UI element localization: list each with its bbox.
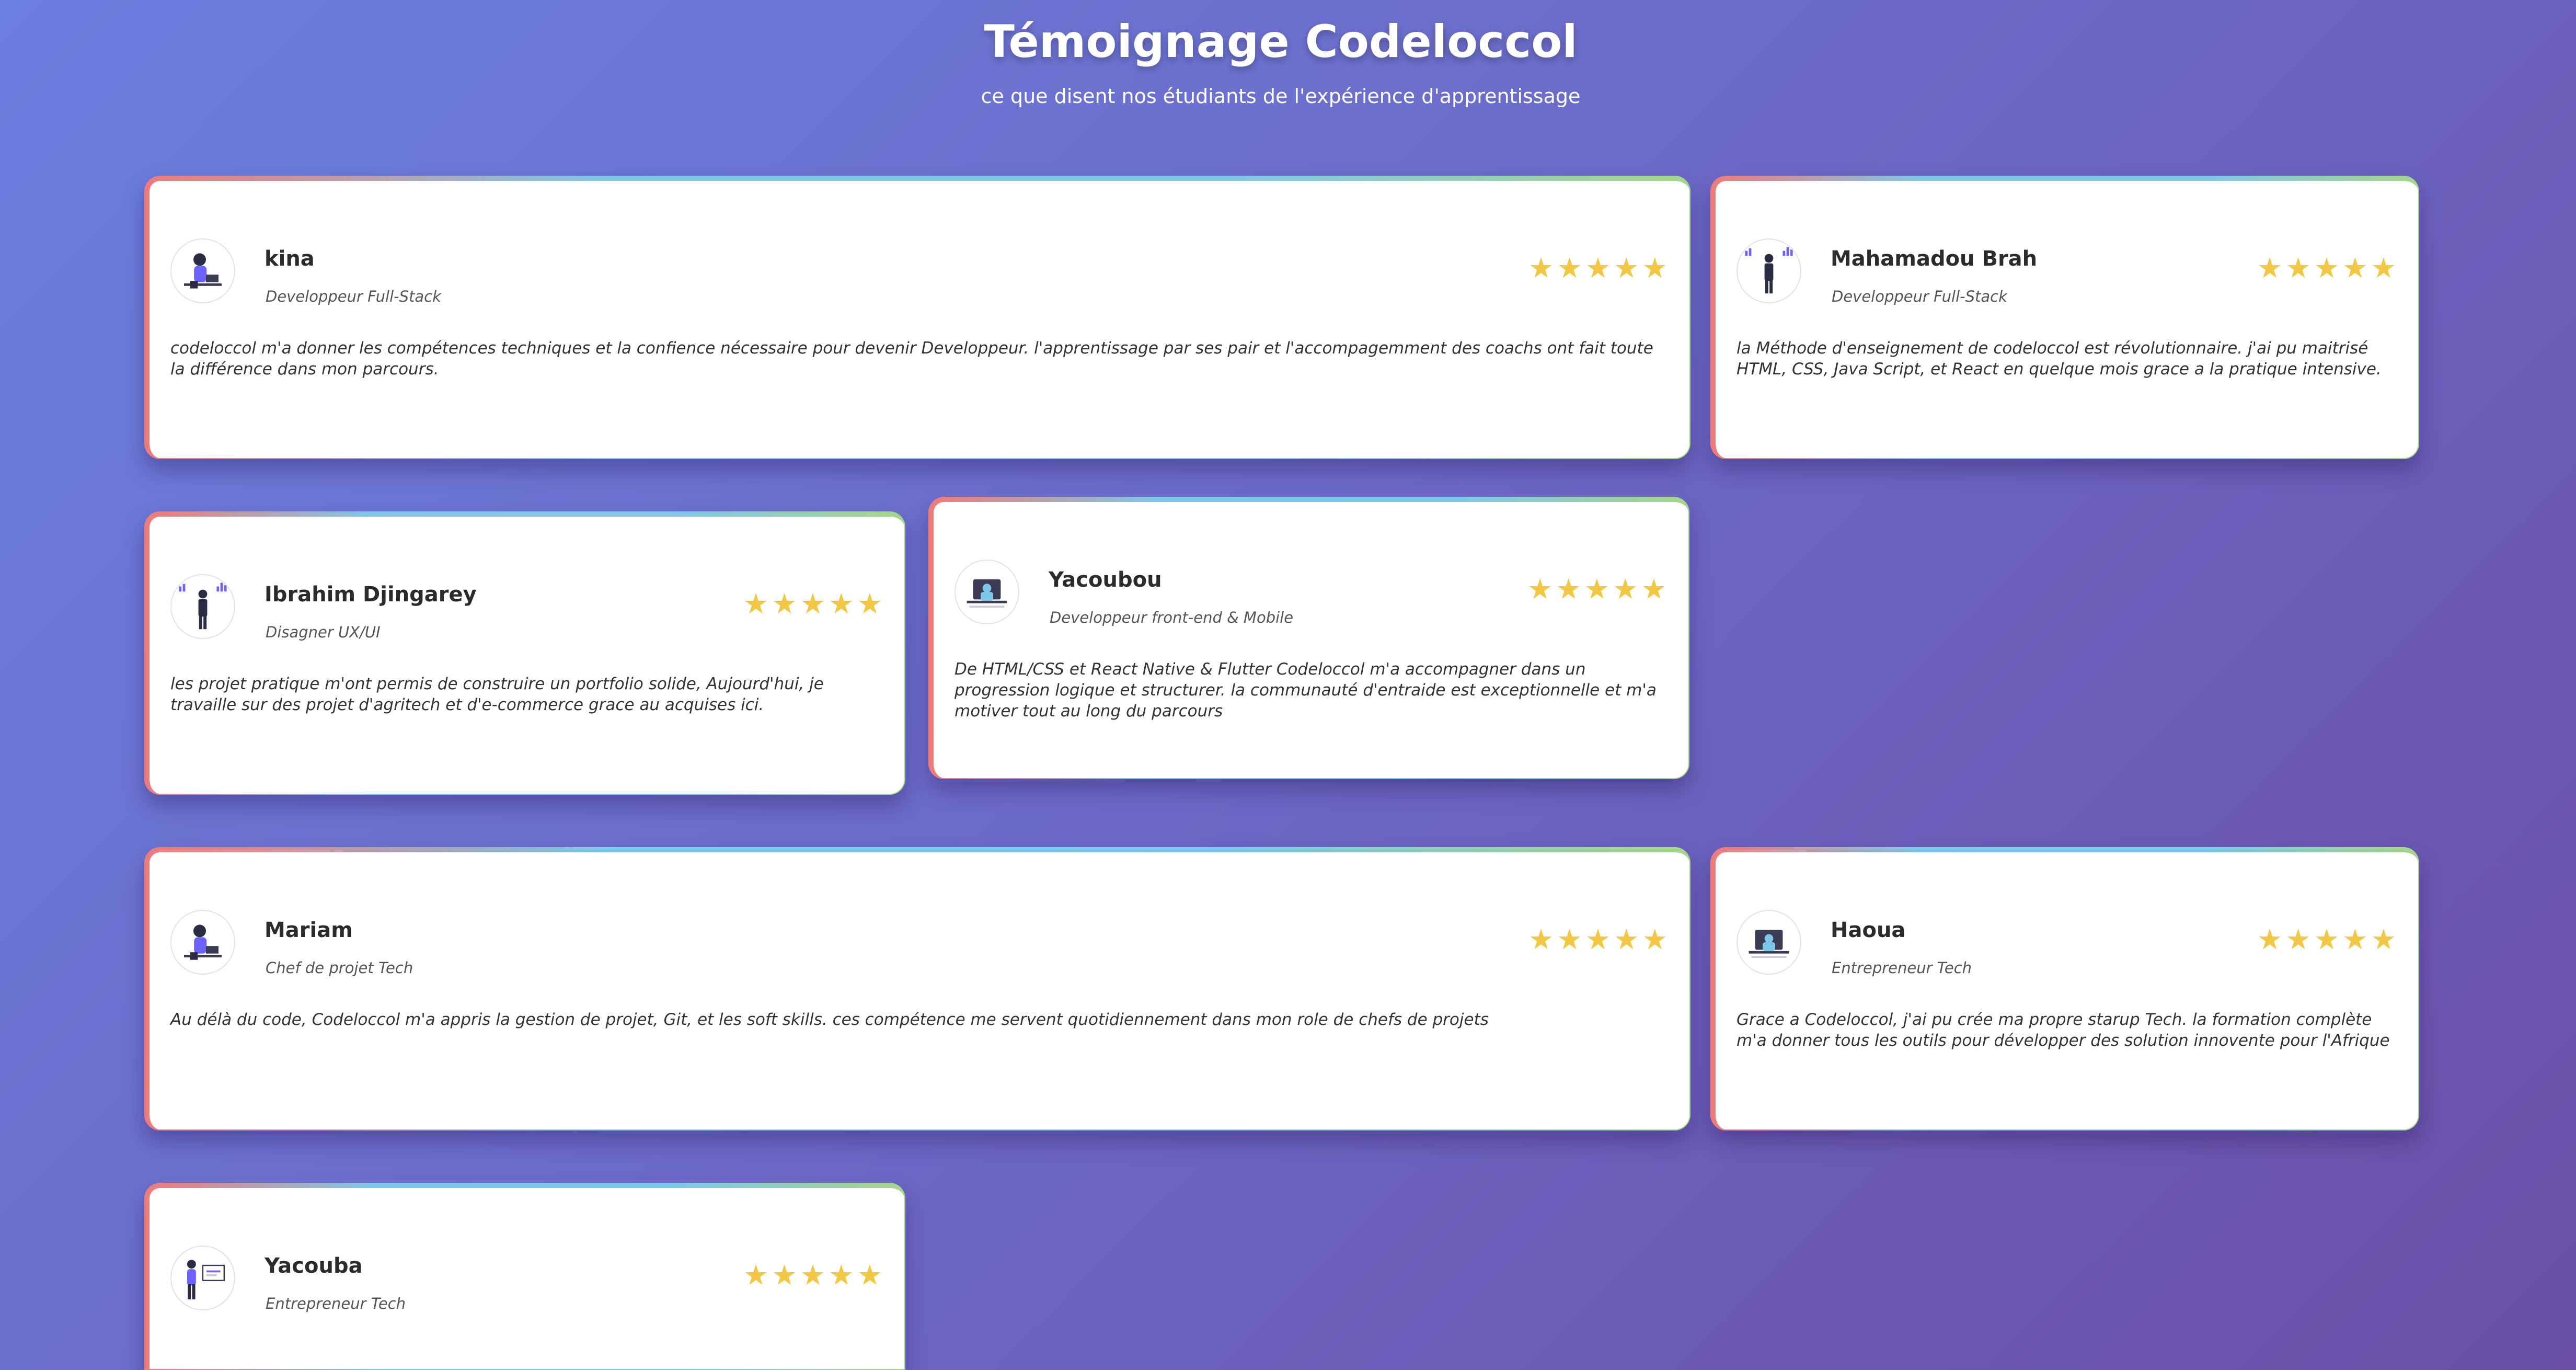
star-icon: ★ [2285,252,2312,284]
author-role: Entrepreneur Tech [1832,959,1972,977]
testimonial-text: codeloccol m'a donner les compétences te… [170,339,1653,379]
page-title: Témoignage Codeloccol [984,16,1578,68]
testimonial-text: la Méthode d'enseignement de codeloccol … [1736,339,2382,379]
star-icon: ★ [2257,923,2284,956]
presenter-board-icon [170,1246,235,1310]
star-icon: ★ [2314,252,2341,284]
person-at-desk-icon [954,560,1019,624]
star-icon: ★ [1584,573,1611,606]
author-role: Entrepreneur Tech [266,1295,406,1312]
star-icon: ★ [743,587,770,620]
star-icon: ★ [2257,252,2284,284]
star-icon: ★ [829,587,855,620]
star-icon: ★ [857,587,883,620]
rating-stars: ★★★★★ [1526,254,1669,282]
rating-stars: ★★★★★ [2255,926,2397,954]
developer-at-laptop-icon [170,238,235,303]
businessman-chart-icon [1736,238,1801,303]
testimonial-card: Mariam Chef de projet Tech ★★★★★ Au délà… [144,847,1690,1131]
star-icon: ★ [857,1259,883,1292]
star-icon: ★ [2342,252,2369,284]
rating-stars: ★★★★★ [741,590,883,618]
star-icon: ★ [1528,923,1555,956]
author-name: Mahamadou Brah [1831,247,2038,271]
author-name: Haoua [1831,918,1906,942]
star-icon: ★ [1557,923,1583,956]
testimonial-card: Yacouba Entrepreneur Tech ★★★★★ [144,1183,905,1370]
star-icon: ★ [1641,573,1668,606]
star-icon: ★ [2314,923,2341,956]
star-icon: ★ [1556,573,1582,606]
star-icon: ★ [1527,573,1554,606]
star-icon: ★ [1557,252,1583,284]
author-name: Mariam [264,918,353,942]
star-icon: ★ [1642,923,1669,956]
author-role: Chef de projet Tech [266,959,413,977]
author-name: Yacouba [264,1254,363,1278]
star-icon: ★ [1642,252,1669,284]
star-icon: ★ [1585,252,1612,284]
star-icon: ★ [1614,252,1640,284]
rating-stars: ★★★★★ [741,1261,883,1289]
testimonial-text: Grace a Codeloccol, j'ai pu crée ma prop… [1736,1010,2390,1050]
author-role: Developpeur front-end & Mobile [1050,609,1294,626]
testimonial-text: Au délà du code, Codeloccol m'a appris l… [170,1010,1489,1029]
author-role: Disagner UX/UI [266,623,381,641]
star-icon: ★ [829,1259,855,1292]
testimonial-text: De HTML/CSS et React Native & Flutter Co… [954,660,1657,721]
testimonial-card: Yacoubou Developpeur front-end & Mobile … [928,497,1689,779]
author-name: Ibrahim Djingarey [264,583,477,607]
author-role: Developpeur Full-Stack [1832,288,2007,305]
author-role: Developpeur Full-Stack [266,288,441,305]
star-icon: ★ [772,587,798,620]
star-icon: ★ [2285,923,2312,956]
developer-at-laptop-icon [170,910,235,975]
rating-stars: ★★★★★ [1525,575,1668,603]
testimonial-text: les projet pratique m'ont permis de cons… [170,675,824,714]
page-subtitle: ce que disent nos étudiants de l'expérie… [981,85,1581,108]
star-icon: ★ [2342,923,2369,956]
rating-stars: ★★★★★ [1526,926,1669,954]
rating-stars: ★★★★★ [2255,254,2397,282]
businessman-chart-icon [170,574,235,639]
person-at-desk-icon [1736,910,1801,975]
testimonial-card: kina Developpeur Full-Stack ★★★★★ codelo… [144,176,1690,459]
star-icon: ★ [1528,252,1555,284]
testimonial-card: Ibrahim Djingarey Disagner UX/UI ★★★★★ l… [144,511,905,795]
author-name: Yacoubou [1049,568,1162,592]
star-icon: ★ [800,1259,827,1292]
star-icon: ★ [772,1259,798,1292]
star-icon: ★ [800,587,827,620]
author-name: kina [264,247,315,271]
star-icon: ★ [2371,252,2397,284]
star-icon: ★ [743,1259,770,1292]
testimonial-card: Haoua Entrepreneur Tech ★★★★★ Grace a Co… [1710,847,2419,1131]
star-icon: ★ [2371,923,2397,956]
star-icon: ★ [1585,923,1612,956]
testimonial-card: Mahamadou Brah Developpeur Full-Stack ★★… [1710,176,2419,459]
star-icon: ★ [1614,923,1640,956]
star-icon: ★ [1613,573,1639,606]
